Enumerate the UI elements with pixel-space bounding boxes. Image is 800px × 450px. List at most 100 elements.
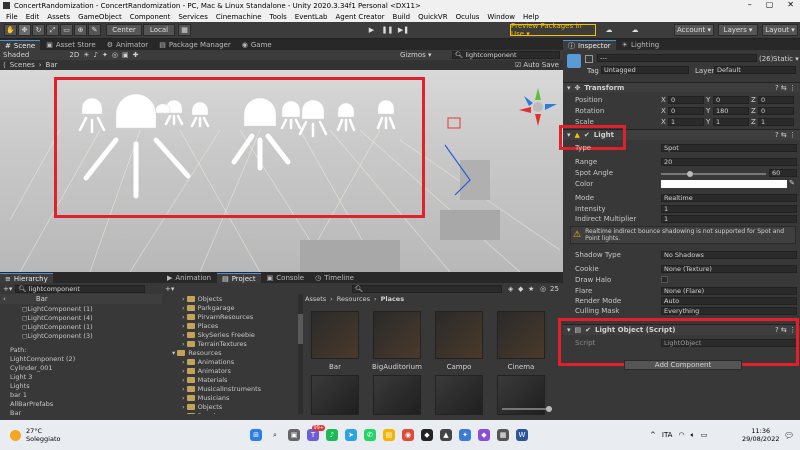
hierarchy-scene-row[interactable]: ‹ Bar: [0, 294, 162, 304]
task-view-icon[interactable]: ▣: [288, 429, 300, 441]
shadow-type-dropdown[interactable]: No Shadows: [661, 251, 797, 259]
scene-search-input[interactable]: 🔍︎ lightcomponent: [452, 51, 560, 59]
position-y-field[interactable]: 0: [713, 96, 749, 104]
menu-item-assets[interactable]: Assets: [47, 13, 70, 21]
asset-tile[interactable]: [310, 375, 360, 415]
layer-dropdown[interactable]: Default: [714, 66, 796, 74]
hidden-count-icon[interactable]: ◎: [540, 285, 546, 293]
layers-dropdown[interactable]: Layers ▾: [718, 24, 758, 36]
menu-item-services[interactable]: Services: [178, 13, 208, 21]
grid-snap-icon[interactable]: ▦: [178, 24, 191, 36]
menu-item-gameobject[interactable]: GameObject: [78, 13, 122, 21]
lighting-toggle-icon[interactable]: ☀: [83, 51, 89, 59]
tree-scrollbar[interactable]: [298, 294, 303, 414]
crumb-resources[interactable]: Resources: [337, 295, 370, 303]
hierarchy-item[interactable]: ◻ LightComponent (3): [22, 331, 162, 340]
static-toggle[interactable]: Static ▾: [773, 55, 799, 63]
clock[interactable]: 11:36 29/08/2022: [742, 427, 779, 443]
favorite-icon[interactable]: ★: [528, 285, 534, 293]
move-tool-icon[interactable]: ✥: [18, 24, 31, 36]
search-icon[interactable]: ⌕: [269, 429, 281, 441]
whatsapp-icon[interactable]: ✆: [364, 429, 376, 441]
filter-label-icon[interactable]: ◆: [518, 285, 523, 293]
step-icon[interactable]: ▶❚: [396, 24, 411, 36]
intensity-field[interactable]: 1: [661, 205, 797, 213]
active-checkbox[interactable]: [585, 55, 593, 63]
tag-dropdown[interactable]: Untagged: [601, 66, 689, 74]
menu-item-window[interactable]: Window: [487, 13, 515, 21]
tools-icon[interactable]: ✚: [133, 51, 139, 59]
asset-tile[interactable]: [434, 375, 484, 415]
weather-widget[interactable]: 27°C Soleggiato: [26, 427, 60, 443]
volume-icon[interactable]: 🔈︎: [691, 431, 695, 440]
windows-start-icon[interactable]: ⊞: [250, 429, 262, 441]
asset-tile[interactable]: BigAuditorium: [372, 311, 422, 371]
menu-item-eventlab[interactable]: EventLab: [295, 13, 328, 21]
scale-x-field[interactable]: 1: [668, 118, 704, 126]
tab-hierarchy[interactable]: ≡ Hierarchy: [0, 273, 53, 283]
project-folder[interactable]: › Objects: [172, 294, 297, 303]
minimize-button[interactable]: –: [748, 0, 752, 9]
chrome-icon[interactable]: ◉: [402, 429, 414, 441]
position-z-field[interactable]: 0: [758, 96, 794, 104]
eyedropper-icon[interactable]: ✎: [789, 179, 795, 187]
menu-item-help[interactable]: Help: [523, 13, 539, 21]
preview-packages-button[interactable]: Preview Packages in Use ▾: [510, 22, 596, 38]
app-icon-3[interactable]: ◆: [478, 429, 490, 441]
asset-tile[interactable]: [372, 375, 422, 415]
render-mode-dropdown[interactable]: Auto: [661, 297, 797, 305]
transform-header[interactable]: ▾ ✥ Transform ? ⇆ ⋮: [563, 82, 800, 92]
crumb-places[interactable]: Places: [381, 295, 405, 303]
spot-angle-slider[interactable]: [661, 171, 766, 177]
weather-sun-icon[interactable]: [10, 429, 21, 441]
rotation-y-field[interactable]: 180: [713, 107, 749, 115]
cookie-field[interactable]: None (Texture): [661, 265, 797, 273]
project-folder[interactable]: › Animations: [172, 357, 297, 366]
account-dropdown[interactable]: Account ▾: [674, 24, 714, 36]
audio-toggle-icon[interactable]: ♪: [94, 51, 98, 59]
flare-field[interactable]: None (Flare): [661, 287, 797, 295]
spotify-icon[interactable]: ♪: [326, 429, 338, 441]
word-icon[interactable]: W: [516, 429, 528, 441]
battery-icon[interactable]: ▭: [701, 431, 708, 439]
effects-toggle-icon[interactable]: ✦: [102, 51, 108, 59]
space-toggle[interactable]: Local: [143, 24, 175, 36]
rotation-x-field[interactable]: 0: [668, 107, 704, 115]
scale-y-field[interactable]: 1: [713, 118, 749, 126]
tab-asset-store[interactable]: ▣ Asset Store: [41, 40, 101, 50]
tab-scene[interactable]: # Scene: [0, 40, 41, 50]
telegram-icon[interactable]: ➤: [345, 429, 357, 441]
range-field[interactable]: 20: [661, 158, 797, 166]
path-item[interactable]: Light 3: [10, 372, 162, 381]
crumb-assets[interactable]: Assets: [305, 295, 326, 303]
cloud-icon[interactable]: ☁: [628, 24, 642, 36]
collab-icon[interactable]: ☁: [602, 24, 616, 36]
menu-item-agent-creator[interactable]: Agent Creator: [335, 13, 384, 21]
project-folder[interactable]: › Objects: [172, 402, 297, 411]
component-menu-icon[interactable]: ? ⇆ ⋮: [775, 131, 796, 139]
menu-item-file[interactable]: File: [6, 13, 18, 21]
menu-item-tools[interactable]: Tools: [270, 13, 287, 21]
project-folder[interactable]: › Parkgarage: [172, 303, 297, 312]
position-x-field[interactable]: 0: [668, 96, 704, 104]
tab-timeline[interactable]: ◷ Timeline: [310, 273, 359, 283]
project-search-input[interactable]: 🔍︎: [352, 284, 502, 293]
tab-package-manager[interactable]: ▤ Package Manager: [154, 40, 236, 50]
hierarchy-item[interactable]: ◻ LightComponent (4): [22, 313, 162, 322]
rotate-tool-icon[interactable]: ↻: [32, 24, 45, 36]
transform-tool-icon[interactable]: ⊕: [74, 24, 87, 36]
scale-z-field[interactable]: 1: [758, 118, 794, 126]
draw-halo-checkbox[interactable]: [661, 276, 668, 283]
filter-type-icon[interactable]: ◈: [508, 285, 513, 293]
mode-dropdown[interactable]: Realtime: [661, 194, 797, 202]
orientation-gizmo[interactable]: [517, 86, 559, 128]
tab-project[interactable]: ▤ Project: [217, 273, 261, 283]
path-item[interactable]: AllBarPrefabs: [10, 399, 162, 408]
zoom-slider[interactable]: [502, 406, 552, 412]
path-item[interactable]: Lights: [10, 381, 162, 390]
project-folder[interactable]: › PirvamResources: [172, 312, 297, 321]
tab-lighting[interactable]: ☀ Lighting: [617, 40, 665, 50]
ime-lang[interactable]: ITA: [662, 431, 673, 439]
breadcrumb-scenes[interactable]: Scenes: [10, 61, 35, 69]
app-icon-1[interactable]: ▲: [440, 429, 452, 441]
